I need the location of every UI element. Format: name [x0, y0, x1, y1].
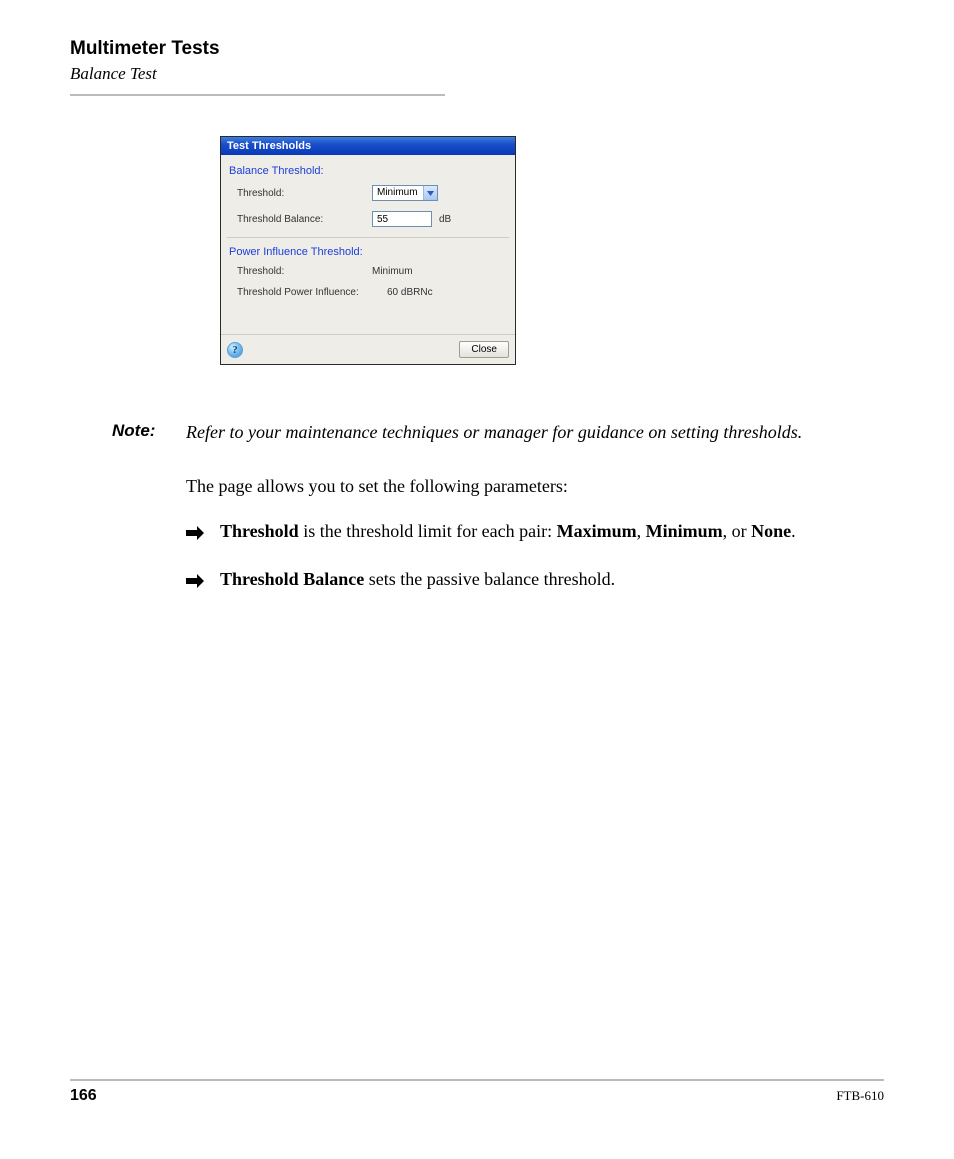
pi-threshold-value: Minimum	[372, 266, 413, 277]
page-number: 166	[70, 1087, 97, 1105]
close-button[interactable]: Close	[459, 341, 509, 358]
threshold-balance-label: Threshold Balance:	[237, 214, 372, 225]
note-text: Refer to your maintenance techniques or …	[186, 419, 802, 445]
pi-value-label: Threshold Power Influence:	[237, 287, 387, 298]
chevron-down-icon[interactable]	[423, 186, 437, 200]
threshold-balance-unit: dB	[439, 214, 451, 225]
header-divider	[70, 94, 445, 96]
threshold-label: Threshold:	[237, 188, 372, 199]
pi-threshold-label: Threshold:	[237, 266, 372, 277]
dialog-test-thresholds: Test Thresholds Balance Threshold: Thres…	[220, 136, 516, 365]
threshold-select[interactable]: Minimum	[372, 185, 438, 201]
help-icon[interactable]: ?	[227, 342, 243, 358]
pi-value: 60 dBRNc	[387, 287, 433, 298]
chapter-title: Multimeter Tests	[70, 38, 884, 60]
dialog-title: Test Thresholds	[221, 137, 515, 155]
bullet-text: Threshold Balance sets the passive balan…	[220, 566, 615, 596]
bullet-text: Threshold is the threshold limit for eac…	[220, 518, 796, 548]
footer-divider	[70, 1079, 884, 1081]
intro-text: The page allows you to set the following…	[186, 473, 884, 500]
model-label: FTB-610	[836, 1088, 884, 1104]
group-divider	[227, 237, 509, 238]
section-title: Balance Test	[70, 64, 884, 84]
threshold-balance-input[interactable]	[372, 211, 432, 227]
bullet-icon	[186, 518, 220, 548]
note-label: Note:	[112, 419, 186, 445]
group-power-influence-label: Power Influence Threshold:	[229, 246, 507, 258]
group-balance-threshold-label: Balance Threshold:	[229, 165, 507, 177]
bullet-icon	[186, 566, 220, 596]
threshold-select-value: Minimum	[373, 186, 423, 200]
